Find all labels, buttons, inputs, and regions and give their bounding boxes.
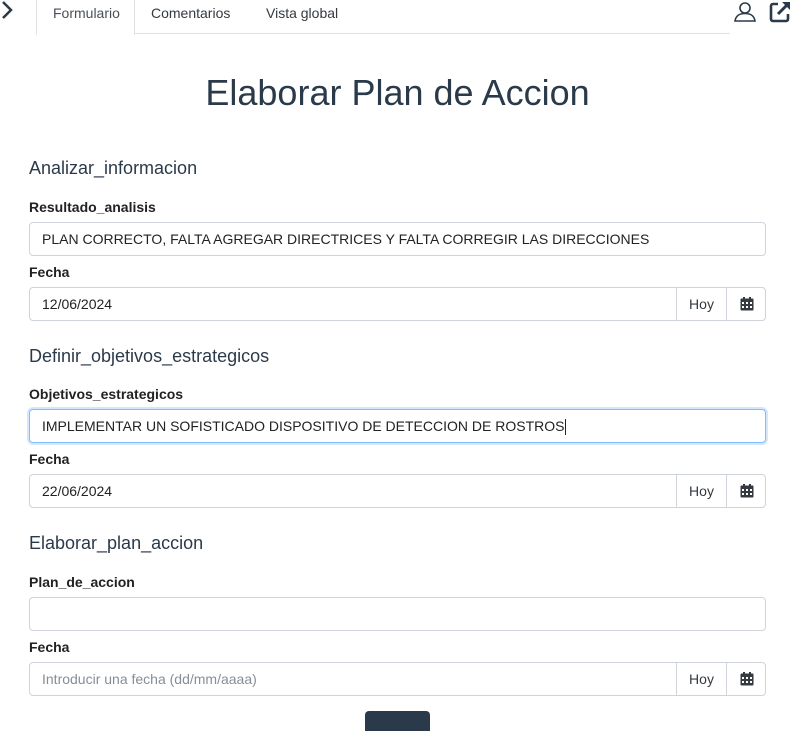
resultado-analisis-input[interactable]: PLAN CORRECTO, FALTA AGREGAR DIRECTRICES… bbox=[29, 222, 766, 256]
input-placeholder: Introducir una fecha (dd/mm/aaaa) bbox=[42, 671, 257, 687]
tab-formulario[interactable]: Formulario bbox=[36, 0, 135, 35]
date-picker-group: 12/06/2024 Hoy bbox=[29, 287, 766, 321]
submit-button[interactable] bbox=[365, 711, 430, 731]
tab-vista-global[interactable]: Vista global bbox=[250, 0, 354, 34]
objetivos-estrategicos-input[interactable]: IMPLEMENTAR UN SOFISTICADO DISPOSITIVO D… bbox=[29, 409, 766, 443]
field-label-resultado: Resultado_analisis bbox=[29, 199, 156, 215]
fecha-input[interactable]: 22/06/2024 bbox=[29, 474, 677, 508]
calendar-button[interactable] bbox=[726, 662, 766, 696]
section-title-elaborar: Elaborar_plan_accion bbox=[29, 533, 204, 553]
date-picker-group: Introducir una fecha (dd/mm/aaaa) Hoy bbox=[29, 662, 766, 696]
fecha-input[interactable]: Introducir una fecha (dd/mm/aaaa) bbox=[29, 662, 677, 696]
input-value: PLAN CORRECTO, FALTA AGREGAR DIRECTRICES… bbox=[42, 231, 650, 247]
top-bar: Formulario Comentarios Vista global bbox=[0, 0, 810, 35]
tab-bar: Formulario Comentarios Vista global bbox=[36, 0, 730, 35]
chevron-right-icon[interactable] bbox=[0, 0, 18, 20]
calendar-button[interactable] bbox=[726, 474, 766, 508]
today-button[interactable]: Hoy bbox=[676, 287, 727, 321]
field-label-objetivos: Objetivos_estrategicos bbox=[29, 386, 184, 402]
user-icon[interactable] bbox=[733, 0, 757, 24]
section-title-definir: Definir_objetivos_estrategicos bbox=[29, 346, 270, 366]
fecha-input[interactable]: 12/06/2024 bbox=[29, 287, 677, 321]
external-link-icon[interactable] bbox=[768, 0, 792, 24]
input-value: 22/06/2024 bbox=[42, 483, 113, 499]
calendar-icon bbox=[740, 484, 754, 498]
input-value: IMPLEMENTAR UN SOFISTICADO DISPOSITIVO D… bbox=[42, 418, 565, 434]
calendar-icon bbox=[740, 672, 754, 686]
text-caret bbox=[565, 419, 567, 436]
page-title: Elaborar Plan de Accion bbox=[205, 72, 590, 113]
tab-comentarios[interactable]: Comentarios bbox=[135, 0, 246, 34]
field-label-fecha: Fecha bbox=[29, 264, 70, 280]
tab-label: Comentarios bbox=[151, 5, 231, 21]
today-button[interactable]: Hoy bbox=[676, 662, 727, 696]
tab-label: Formulario bbox=[53, 5, 120, 21]
section-title-analizar: Analizar_informacion bbox=[29, 158, 198, 178]
plan-de-accion-input[interactable] bbox=[29, 597, 766, 631]
field-label-fecha: Fecha bbox=[29, 451, 70, 467]
field-label-plan: Plan_de_accion bbox=[29, 574, 135, 590]
today-button[interactable]: Hoy bbox=[676, 474, 727, 508]
date-picker-group: 22/06/2024 Hoy bbox=[29, 474, 766, 508]
tab-label: Vista global bbox=[266, 5, 339, 21]
input-value: 12/06/2024 bbox=[42, 296, 113, 312]
calendar-button[interactable] bbox=[726, 287, 766, 321]
calendar-icon bbox=[740, 297, 754, 311]
field-label-fecha: Fecha bbox=[29, 639, 70, 655]
